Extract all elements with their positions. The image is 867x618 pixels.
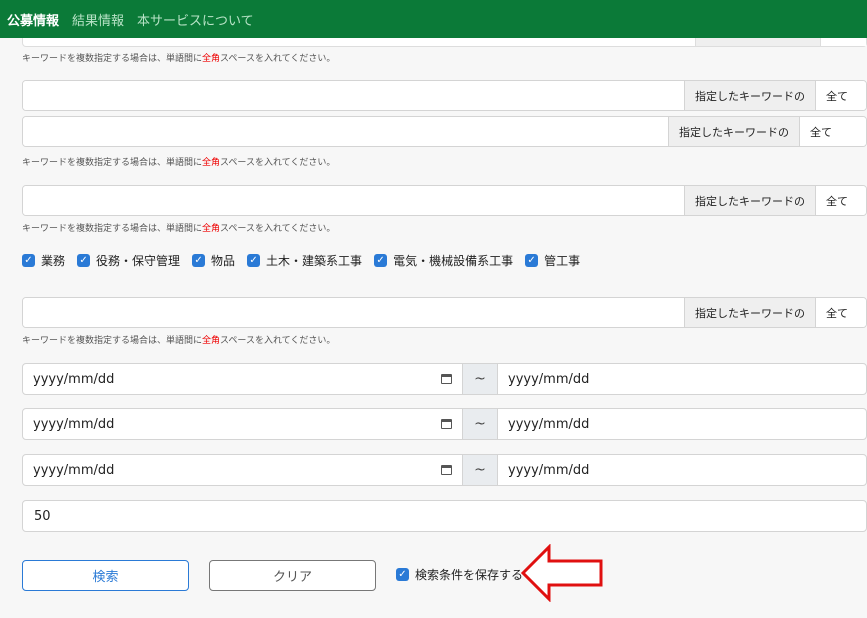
keyword-row: 指定したキーワードの 全て [22,80,867,111]
calendar-icon[interactable] [441,465,452,475]
range-separator: ~ [463,408,497,440]
date-from-input[interactable]: yyyy/mm/dd [22,408,463,440]
keyword-mode-select[interactable]: 全て [815,81,866,110]
date-from-input[interactable]: yyyy/mm/dd [22,454,463,486]
calendar-icon[interactable] [441,419,452,429]
range-separator: ~ [463,454,497,486]
checkbox-checked-icon[interactable]: ✓ [525,254,539,267]
keyword-mode-select[interactable]: 全て [815,186,866,215]
search-button[interactable]: 検索 [22,560,189,591]
nav-item-koubo[interactable]: 公募情報 [7,10,59,29]
keyword-input[interactable] [23,117,668,146]
calendar-icon[interactable] [441,374,452,384]
save-conditions-checkbox[interactable]: ✓ 検索条件を保存する [396,566,523,583]
range-separator: ~ [463,363,497,395]
keyword-row-partial [22,38,867,47]
keyword-row: 指定したキーワードの 全て [22,185,867,216]
keyword-match-label: 指定したキーワードの [668,117,799,146]
checkbox-checked-icon[interactable]: ✓ [374,254,388,267]
checkbox-checked-icon[interactable]: ✓ [22,254,35,267]
checkbox-checked-icon[interactable]: ✓ [192,254,206,267]
category-checkbox[interactable]: ✓ 土木・建築系工事 [247,252,362,269]
keyword-hint: キーワードを複数指定する場合は、単語間に全角スペースを入れてください。 [22,224,336,234]
date-to-input[interactable]: yyyy/mm/dd [497,363,867,395]
date-from-input[interactable]: yyyy/mm/dd [22,363,463,395]
clear-button[interactable]: クリア [209,560,376,591]
category-checkboxes: ✓ 業務 ✓ 役務・保守管理 ✓ 物品 ✓ 土木・建築系工事 ✓ 電気・機械設備系工事 ✓… [22,252,592,269]
keyword-input[interactable] [23,81,684,110]
top-navbar: 公募情報 結果情報 本サービスについて [0,0,867,38]
keyword-hint: キーワードを複数指定する場合は、単語間に全角スペースを入れてください。 [22,158,336,168]
keyword-row: 指定したキーワードの 全て [22,297,867,328]
date-range-row: yyyy/mm/dd ~ yyyy/mm/dd [22,408,867,440]
date-to-input[interactable]: yyyy/mm/dd [497,454,867,486]
checkbox-checked-icon[interactable]: ✓ [247,254,261,267]
keyword-match-label: 指定したキーワードの [684,298,815,327]
checkbox-checked-icon[interactable]: ✓ [77,254,91,267]
keyword-match-label: 指定したキーワードの [684,186,815,215]
category-checkbox[interactable]: ✓ 業務 [22,252,65,269]
date-to-input[interactable]: yyyy/mm/dd [497,408,867,440]
keyword-mode-select[interactable]: 全て [799,117,866,146]
category-checkbox[interactable]: ✓ 管工事 [525,252,580,269]
category-checkbox[interactable]: ✓ 電気・機械設備系工事 [374,252,513,269]
left-arrow-icon [520,544,603,602]
keyword-hint: キーワードを複数指定する場合は、単語間に全角スペースを入れてください。 [22,54,336,64]
nav-item-kekka[interactable]: 結果情報 [72,10,124,29]
keyword-row: 指定したキーワードの 全て [22,116,867,147]
keyword-input[interactable] [23,298,684,327]
result-count-select[interactable]: 50 [22,500,867,532]
category-checkbox[interactable]: ✓ 役務・保守管理 [77,252,180,269]
checkbox-checked-icon[interactable]: ✓ [396,568,409,581]
keyword-input[interactable] [23,186,684,215]
keyword-hint: キーワードを複数指定する場合は、単語間に全角スペースを入れてください。 [22,336,336,346]
category-checkbox[interactable]: ✓ 物品 [192,252,235,269]
nav-item-about[interactable]: 本サービスについて [137,10,254,29]
date-range-row: yyyy/mm/dd ~ yyyy/mm/dd [22,454,867,486]
keyword-mode-select[interactable]: 全て [815,298,866,327]
keyword-match-label: 指定したキーワードの [684,81,815,110]
date-range-row: yyyy/mm/dd ~ yyyy/mm/dd [22,363,867,395]
